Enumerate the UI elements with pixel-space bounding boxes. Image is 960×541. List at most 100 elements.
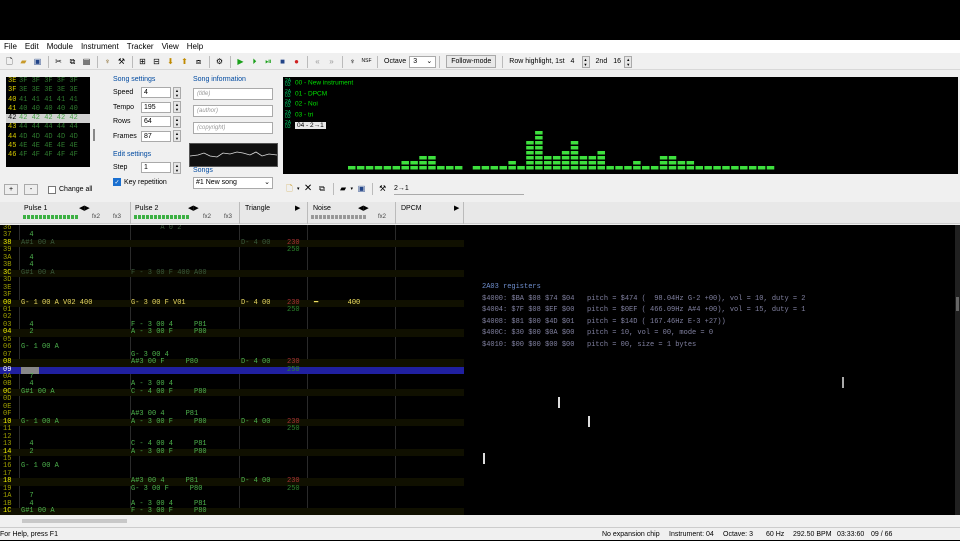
speed-input[interactable]: 4 — [141, 87, 171, 98]
load-instrument-icon[interactable]: ▰ — [337, 183, 350, 196]
menu-instrument[interactable]: Instrument — [77, 40, 123, 53]
octave-select[interactable]: 3 ⌄ — [409, 55, 437, 68]
row-highlight-1st-input[interactable]: 4 — [568, 56, 582, 68]
pattern-row[interactable]: 0F A#3 00 4 P81 — [0, 410, 464, 418]
previous-song-icon[interactable]: « — [311, 55, 324, 68]
chevron-down-icon[interactable]: ▾ — [297, 186, 300, 192]
row-highlight-2nd-input[interactable]: 16 — [610, 56, 624, 68]
pattern-row[interactable]: 1B 4A - 3 00 4 P81 — [0, 500, 464, 508]
pattern-row[interactable]: 03 4F - 3 00 4 P81 — [0, 321, 464, 329]
menu-edit[interactable]: Edit — [21, 40, 43, 53]
pulse1-cell[interactable]: A#1 00 A — [21, 239, 55, 247]
next-song-icon[interactable]: » — [325, 55, 338, 68]
stop-icon[interactable]: ■ — [276, 55, 289, 68]
pattern-row[interactable]: 3D — [0, 276, 464, 284]
triangle-cell[interactable]: D- 4 00 — [241, 239, 270, 247]
move-frame-down-icon[interactable]: ⬇ — [164, 55, 177, 68]
pattern-row[interactable]: 38 A#1 00 A D- 4 00 230 — [0, 239, 464, 248]
frames-input[interactable]: 87 — [141, 130, 171, 142]
pulse2-cell[interactable]: G- 3 00 F V01 — [131, 299, 186, 307]
save-instrument-icon[interactable]: ▣ — [355, 183, 368, 196]
sequence-row[interactable]: 44 4D 4D 4D 4D 4D — [6, 133, 90, 142]
pattern-row[interactable]: 13 4C - 4 00 4 P81 — [0, 440, 464, 448]
pattern-row[interactable]: 0A 7 — [0, 373, 464, 381]
pattern-row[interactable]: 06 G- 1 00 A — [0, 343, 464, 351]
sequence-row[interactable]: 43 44 44 44 44 44 — [6, 123, 90, 132]
clone-instrument-icon[interactable]: ⧉ — [316, 183, 329, 196]
pattern-row[interactable]: 11 250 — [0, 425, 464, 433]
pattern-row[interactable]: 3C G#1 00 AF - 3 00 F 400 A00 — [0, 269, 464, 278]
sequence-row[interactable]: 42 42 42 42 42 42 — [6, 114, 90, 124]
pulse2-cell[interactable]: C - 4 00 F P80 — [131, 388, 207, 396]
channel-header-pulse-1[interactable]: Pulse 1 ◀▶ fx2 fx3 — [20, 202, 131, 224]
noise-cell[interactable]: ━ 400 — [314, 299, 360, 307]
pulse2-cell[interactable]: A#3 00 F P80 — [131, 358, 198, 366]
pulse1-cell[interactable]: G- 1 00 A V02 400 — [21, 299, 92, 307]
instrument-list[interactable]: 2A 03 00 - New instrument 2A 03 01 - DPCM 2A… — [283, 77, 958, 174]
pattern-row[interactable]: 10 G- 1 00 AA - 3 00 F P80 D- 4 00 230 — [0, 418, 464, 427]
channel-header-dpcm[interactable]: DPCM ▶ — [396, 202, 464, 224]
pulse1-cell[interactable]: 2 — [21, 328, 33, 336]
menu-tracker[interactable]: Tracker — [123, 40, 158, 53]
row-highlight-2nd-spinner[interactable]: ▲ ▼ — [624, 55, 633, 68]
triangle-volume-cell[interactable]: 250 — [287, 485, 300, 493]
instrument-name-input[interactable]: 2→1 — [394, 183, 525, 195]
triangle-cell[interactable]: D- 4 00 — [241, 299, 270, 307]
rows-input[interactable]: 64 — [141, 116, 171, 127]
pulse1-cell[interactable]: 2 — [21, 448, 33, 456]
channel-effect-columns-arrows[interactable]: ▶ — [295, 204, 300, 212]
pulse2-cell[interactable]: A - 3 00 F P80 — [131, 418, 207, 426]
remove-button[interactable]: - — [24, 184, 38, 195]
song-select[interactable]: #1 New song ⌄ — [193, 177, 273, 189]
pattern-row[interactable]: 3E — [0, 284, 464, 292]
pattern-editor[interactable]: 36 A 0 2 37 4 38 A#1 00 A D- 4 00 230 39 250 3A … — [0, 225, 464, 515]
chevron-down-icon[interactable]: ▾ — [351, 186, 354, 192]
edit-instrument-icon[interactable]: ⚒ — [376, 183, 389, 196]
pattern-row[interactable]: 18 A#3 00 4 P81 D- 4 00 230 — [0, 477, 464, 486]
record-icon[interactable]: ● — [290, 55, 303, 68]
pattern-row[interactable]: 12 — [0, 433, 464, 441]
instrument-list-item[interactable]: 2A 03 03 - tri — [285, 110, 313, 120]
pulse1-cell[interactable]: G#1 00 A — [21, 269, 55, 277]
menu-view[interactable]: View — [158, 40, 183, 53]
cut-icon[interactable]: ✂ — [52, 55, 65, 68]
triangle-volume-cell[interactable]: 250 — [287, 246, 300, 254]
pattern-row[interactable]: 3A 4 — [0, 254, 464, 262]
pattern-row[interactable]: 0B 4A - 3 00 4 — [0, 380, 464, 388]
menu-file[interactable]: File — [0, 40, 21, 53]
pattern-row[interactable]: 1A 7 — [0, 492, 464, 500]
pattern-row[interactable]: 00 G- 1 00 A V02 400 G- 3 00 F V01 D- 4 00 2… — [0, 299, 464, 307]
duplicate-frame-icon[interactable]: ⧈ — [192, 55, 205, 68]
tempo-spinner[interactable]: ▲ ▼ — [173, 101, 181, 113]
channel-header-triangle[interactable]: Triangle ▶ — [240, 202, 308, 224]
pulse1-cell[interactable]: G- 1 00 A — [21, 343, 59, 351]
play-loop-icon[interactable]: ⏵ — [248, 55, 261, 68]
nsf-export-icon[interactable]: NSF — [360, 55, 373, 68]
instrument-sequence-scrollbar[interactable] — [91, 77, 98, 167]
rows-spinner[interactable]: ▲ ▼ — [173, 115, 181, 128]
pattern-row[interactable]: 0D — [0, 395, 464, 403]
menu-module[interactable]: Module — [43, 40, 77, 53]
pattern-row[interactable]: 17 — [0, 470, 464, 478]
pattern-horizontal-scrollbar[interactable] — [0, 516, 464, 526]
new-file-icon[interactable]: 🗋 — [3, 55, 16, 68]
channel-effect-columns-arrows[interactable]: ▶ — [454, 204, 459, 212]
pattern-row[interactable]: 3B 4 — [0, 261, 464, 269]
pattern-row[interactable]: 1C G#1 00 A F - 3 00 F P80 — [0, 507, 464, 515]
pulse1-cell[interactable]: G#1 00 A — [21, 388, 55, 396]
module-properties-icon[interactable]: ♆ — [101, 55, 114, 68]
about-icon[interactable]: ♆ — [346, 55, 359, 68]
pattern-row[interactable]: 04 2A - 3 00 F P80 — [0, 328, 464, 337]
pattern-row[interactable]: 16 G- 1 00 A — [0, 462, 464, 470]
instrument-properties-icon[interactable]: ⚒ — [115, 55, 128, 68]
new-instrument-icon[interactable]: 🗋 — [283, 183, 296, 196]
pattern-row[interactable]: 0C G#1 00 AC - 4 00 F P80 — [0, 388, 464, 397]
paste-icon[interactable]: ▤ — [80, 55, 93, 68]
step-input[interactable]: 1 — [141, 162, 171, 173]
move-frame-up-icon[interactable]: ⬆ — [178, 55, 191, 68]
channel-effect-columns-arrows[interactable]: ◀▶ — [188, 204, 199, 212]
pattern-row[interactable]: 15 — [0, 455, 464, 463]
play-icon[interactable]: ▶ — [234, 55, 247, 68]
pattern-row[interactable]: 08 A#3 00 F P80 D- 4 00 230 — [0, 358, 464, 367]
row-highlight-1st-spinner[interactable]: ▲ ▼ — [581, 55, 590, 68]
